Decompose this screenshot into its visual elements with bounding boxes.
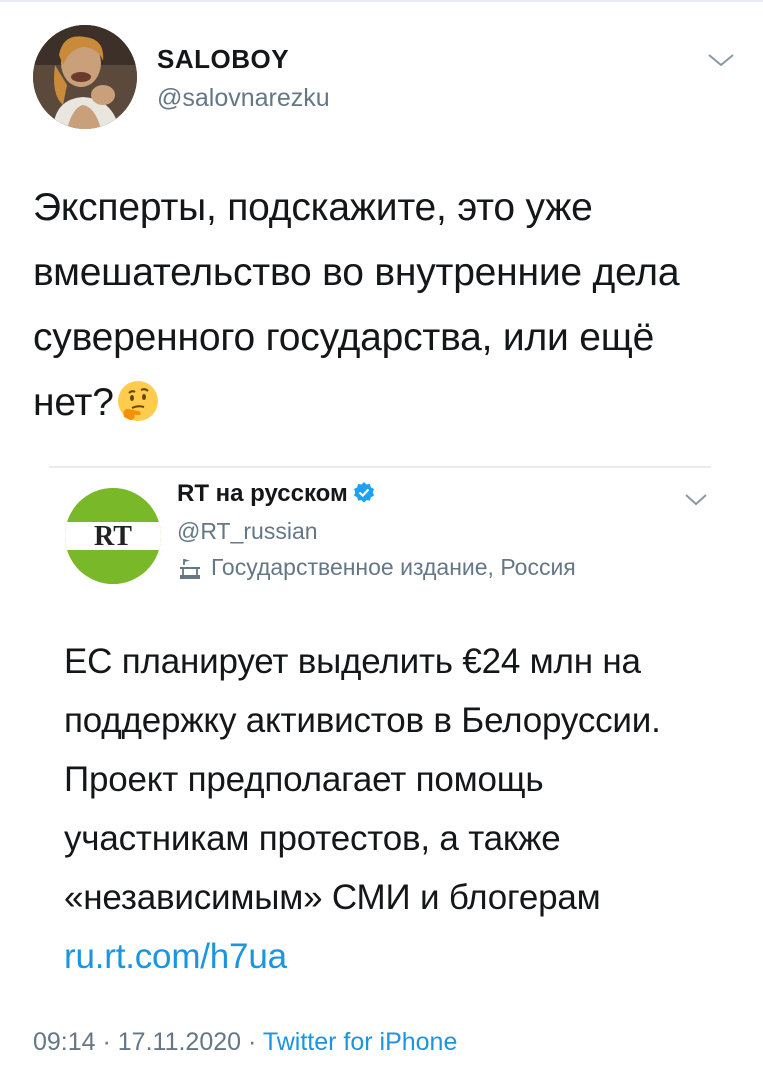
state-media-label[interactable]: Государственное издание, Россия — [177, 554, 576, 581]
tweet-text: Эксперты, подскажите, это уже вмешательс… — [33, 175, 733, 435]
quote-divider — [49, 466, 711, 468]
quoted-author-name-text[interactable]: RT на русском — [177, 480, 348, 507]
tweet-source[interactable]: Twitter for iPhone — [263, 1028, 458, 1056]
meta-separator: · — [241, 1028, 263, 1056]
svg-text:RT: RT — [94, 521, 132, 552]
tweet-meta: 09:14 · 17.11.2020 · Twitter for iPhone — [33, 1028, 457, 1057]
rt-avatar[interactable]: RT — [65, 488, 161, 584]
thinking-face-icon — [117, 381, 158, 421]
avatar-photo-icon — [33, 25, 137, 129]
author-name[interactable]: SALOBOY — [157, 44, 289, 75]
meta-separator: · — [95, 1028, 118, 1056]
quoted-author-name[interactable]: RT на русском — [177, 480, 376, 508]
rt-logo-icon: RT — [65, 488, 161, 584]
tweet-time[interactable]: 09:14 — [33, 1028, 96, 1056]
quoted-author-handle[interactable]: @RT_russian — [177, 518, 318, 545]
quoted-tweet-link[interactable]: ru.rt.com/h7ua — [64, 937, 287, 976]
tweet-date[interactable]: 17.11.2020 — [118, 1028, 241, 1056]
state-media-label-text[interactable]: Государственное издание, Россия — [211, 554, 576, 581]
verified-badge-icon — [353, 482, 374, 503]
top-border — [0, 0, 763, 2]
quoted-tweet-body: ЕС планирует выделить €24 млн на поддерж… — [64, 642, 661, 917]
quoted-tweet-text: ЕС планирует выделить €24 млн на поддерж… — [64, 632, 724, 986]
chevron-down-icon[interactable] — [706, 50, 736, 70]
government-building-icon — [180, 558, 200, 579]
author-avatar[interactable] — [33, 25, 137, 129]
author-handle[interactable]: @salovnarezku — [157, 84, 330, 113]
chevron-down-icon[interactable] — [683, 491, 709, 509]
